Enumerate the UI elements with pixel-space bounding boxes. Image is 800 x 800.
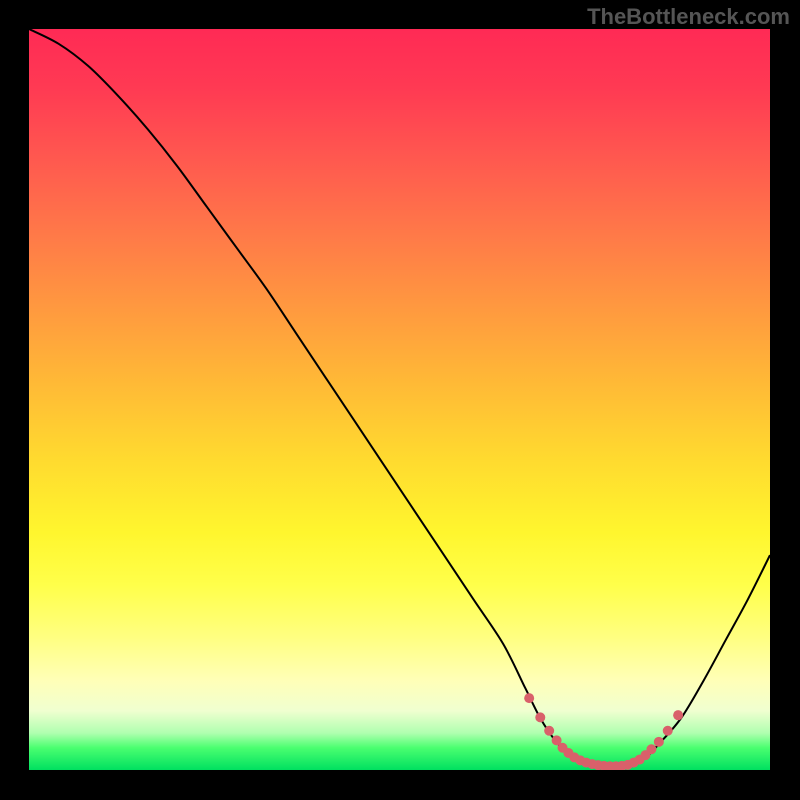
flat-zone-dot [654, 737, 664, 747]
flat-zone-dot [663, 726, 673, 736]
flat-zone-dots [524, 693, 683, 770]
bottleneck-curve-line [29, 29, 770, 767]
flat-zone-dot [544, 726, 554, 736]
watermark-text: TheBottleneck.com [587, 4, 790, 30]
flat-zone-dot [646, 744, 656, 754]
chart-svg [29, 29, 770, 770]
flat-zone-dot [524, 693, 534, 703]
flat-zone-dot [535, 712, 545, 722]
chart-plot-area [29, 29, 770, 770]
flat-zone-dot [673, 710, 683, 720]
